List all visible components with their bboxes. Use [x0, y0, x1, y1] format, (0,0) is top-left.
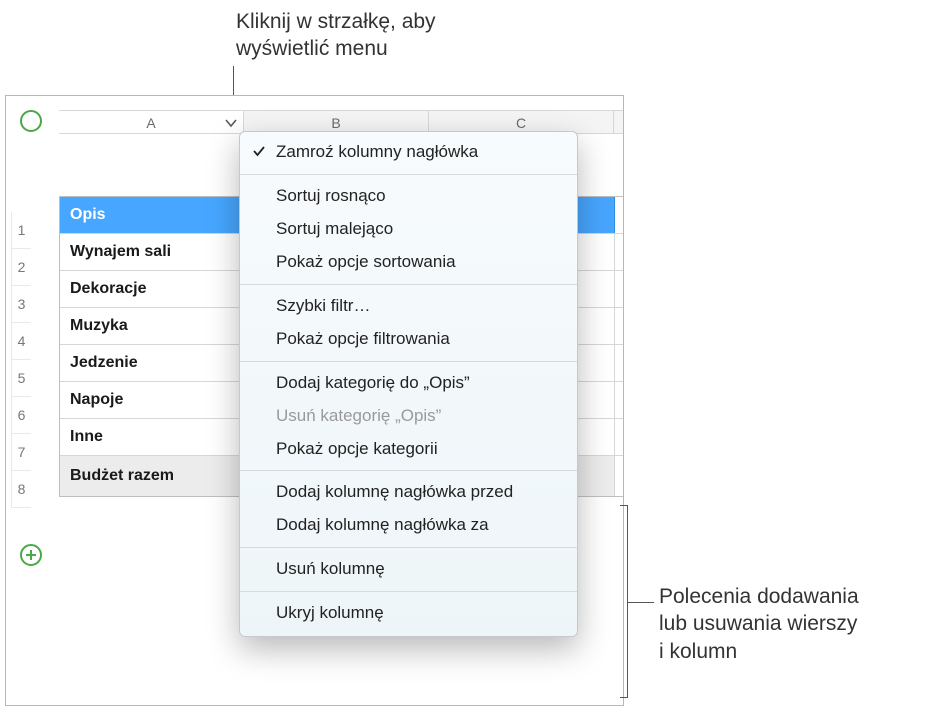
column-header-a-label: A: [146, 115, 155, 131]
row-number[interactable]: 7: [11, 434, 31, 471]
column-header-b-label: B: [331, 115, 340, 131]
menu-item-add-column-after[interactable]: Dodaj kolumnę nagłówka za: [240, 509, 577, 542]
menu-item-label: Zamroź kolumny nagłówka: [276, 142, 478, 161]
add-row-button[interactable]: [20, 544, 42, 566]
callout-right-line2: lub usuwania wierszy: [659, 610, 914, 637]
callout-right-line3: i kolumn: [659, 638, 914, 665]
menu-item-label: Sortuj malejąco: [276, 219, 393, 238]
column-header-a[interactable]: A: [59, 111, 244, 133]
menu-item-sort-desc[interactable]: Sortuj malejąco: [240, 213, 577, 246]
callout-top: Kliknij w strzałkę, aby wyświetlić menu: [236, 8, 436, 63]
menu-item-remove-category: Usuń kategorię „Opis”: [240, 400, 577, 433]
callout-right-line1: Polecenia dodawania: [659, 583, 914, 610]
callout-bracket: [626, 505, 650, 698]
menu-item-label: Dodaj kolumnę nagłówka za: [276, 515, 489, 534]
chevron-down-icon[interactable]: [225, 118, 237, 128]
menu-item-label: Usuń kolumnę: [276, 559, 385, 578]
menu-item-hide-column[interactable]: Ukryj kolumnę: [240, 597, 577, 630]
row-number[interactable]: 4: [11, 323, 31, 360]
table-cell[interactable]: Dekoracje: [60, 271, 245, 307]
row-number[interactable]: 8: [11, 471, 31, 508]
menu-item-delete-column[interactable]: Usuń kolumnę: [240, 553, 577, 586]
table-cell[interactable]: Napoje: [60, 382, 245, 418]
menu-separator: [240, 174, 577, 175]
menu-separator: [240, 470, 577, 471]
column-header-c-label: C: [516, 115, 526, 131]
menu-item-label: Dodaj kolumnę nagłówka przed: [276, 482, 513, 501]
menu-item-sort-asc[interactable]: Sortuj rosnąco: [240, 180, 577, 213]
menu-item-label: Pokaż opcje filtrowania: [276, 329, 450, 348]
menu-item-label: Ukryj kolumnę: [276, 603, 384, 622]
column-header-c[interactable]: C: [429, 111, 614, 133]
column-header-b[interactable]: B: [244, 111, 429, 133]
table-cell[interactable]: Wynajem sali: [60, 234, 245, 270]
row-number[interactable]: 2: [11, 249, 31, 286]
table-header-cell[interactable]: Opis: [60, 197, 245, 233]
menu-item-add-column-before[interactable]: Dodaj kolumnę nagłówka przed: [240, 476, 577, 509]
row-number-gutter: 1 2 3 4 5 6 7 8: [11, 212, 31, 508]
checkmark-icon: [252, 142, 266, 165]
callout-top-line1: Kliknij w strzałkę, aby: [236, 8, 436, 35]
menu-item-label: Usuń kategorię „Opis”: [276, 406, 441, 425]
menu-item-label: Dodaj kategorię do „Opis”: [276, 373, 470, 392]
table-handle-icon[interactable]: [20, 110, 42, 132]
menu-item-freeze-header-columns[interactable]: Zamroź kolumny nagłówka: [240, 136, 577, 169]
row-number[interactable]: 6: [11, 397, 31, 434]
table-cell[interactable]: Muzyka: [60, 308, 245, 344]
menu-separator: [240, 361, 577, 362]
menu-item-filter-options[interactable]: Pokaż opcje filtrowania: [240, 323, 577, 356]
table-cell[interactable]: Inne: [60, 419, 245, 455]
callout-top-line2: wyświetlić menu: [236, 35, 436, 62]
table-cell[interactable]: Jedzenie: [60, 345, 245, 381]
table-footer-cell[interactable]: Budżet razem: [60, 456, 245, 496]
menu-item-label: Szybki filtr…: [276, 296, 370, 315]
menu-item-category-options[interactable]: Pokaż opcje kategorii: [240, 433, 577, 466]
menu-item-label: Pokaż opcje sortowania: [276, 252, 456, 271]
menu-separator: [240, 547, 577, 548]
row-number[interactable]: 3: [11, 286, 31, 323]
menu-item-label: Sortuj rosnąco: [276, 186, 386, 205]
menu-item-add-category[interactable]: Dodaj kategorię do „Opis”: [240, 367, 577, 400]
row-number[interactable]: 1: [11, 212, 31, 249]
callout-right: Polecenia dodawania lub usuwania wierszy…: [659, 583, 914, 665]
row-number[interactable]: 5: [11, 360, 31, 397]
column-context-menu: Zamroź kolumny nagłówka Sortuj rosnąco S…: [239, 131, 578, 637]
menu-item-quick-filter[interactable]: Szybki filtr…: [240, 290, 577, 323]
menu-item-label: Pokaż opcje kategorii: [276, 439, 438, 458]
menu-item-sort-options[interactable]: Pokaż opcje sortowania: [240, 246, 577, 279]
menu-separator: [240, 591, 577, 592]
menu-separator: [240, 284, 577, 285]
